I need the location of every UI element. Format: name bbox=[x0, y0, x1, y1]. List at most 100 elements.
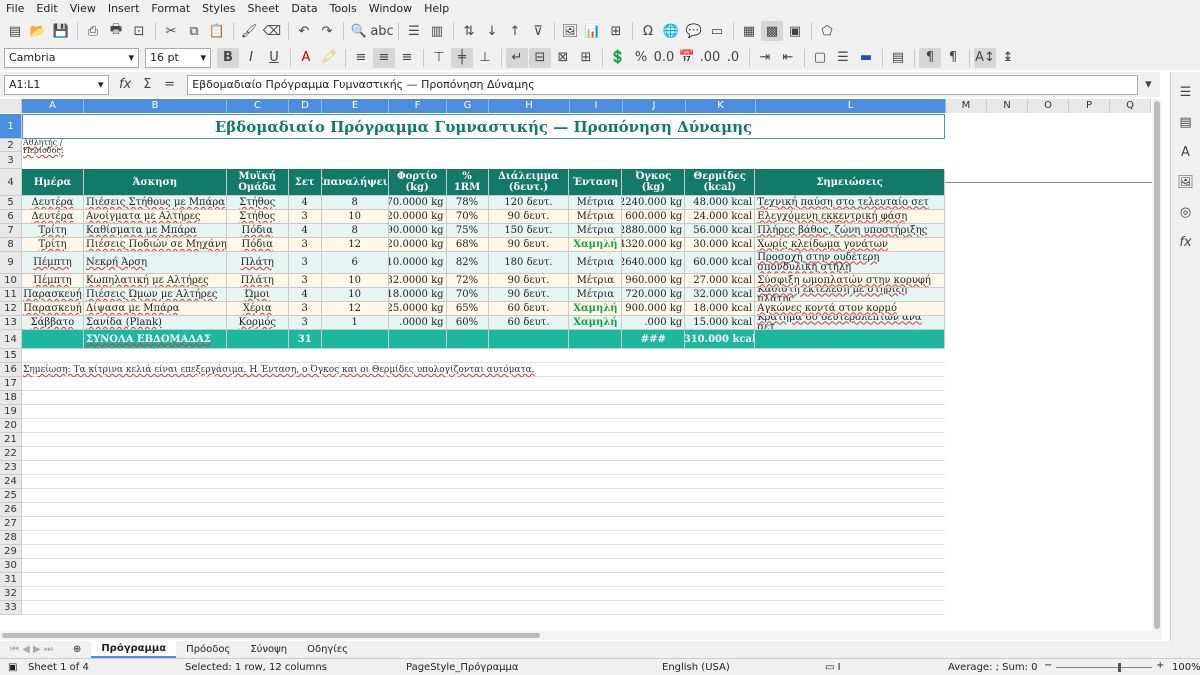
find-icon[interactable]: 🔍 bbox=[348, 21, 370, 41]
column-header[interactable]: E bbox=[322, 99, 389, 113]
column-header[interactable]: M bbox=[946, 99, 987, 113]
cell[interactable]: Μέτρια bbox=[569, 196, 623, 210]
cell[interactable]: Κράτημα 60 δευτερολέπτων ανά σετ bbox=[755, 316, 945, 330]
font-color-icon[interactable]: A bbox=[295, 48, 317, 68]
cell[interactable]: 90.0000 kg bbox=[388, 224, 447, 238]
column-header[interactable]: F bbox=[389, 99, 447, 113]
cell[interactable]: 120 δευτ. bbox=[488, 196, 570, 210]
select-all-corner[interactable] bbox=[0, 99, 22, 113]
sum-icon[interactable]: Σ bbox=[137, 75, 158, 95]
header-cell[interactable]: Επαναλήψεις bbox=[321, 169, 389, 196]
row-header[interactable]: 10 bbox=[0, 274, 22, 288]
cell[interactable]: Χέρια bbox=[226, 302, 289, 316]
total-cell[interactable] bbox=[388, 330, 447, 349]
rtl-icon[interactable]: ¶ bbox=[942, 48, 964, 68]
vertical-text-icon[interactable]: ↨ bbox=[997, 48, 1019, 68]
header-cell[interactable]: Όγκος (kg) bbox=[622, 169, 686, 196]
cell[interactable]: 120.0000 kg bbox=[388, 238, 447, 252]
cell[interactable]: 90 δευτ. bbox=[488, 210, 570, 224]
formula-icon[interactable]: = bbox=[159, 75, 180, 95]
new-icon[interactable]: ▤ bbox=[4, 21, 26, 41]
hyperlink-icon[interactable]: 🌐 bbox=[660, 21, 682, 41]
align-middle-icon[interactable]: ╪ bbox=[451, 47, 473, 68]
row-header[interactable]: 1 bbox=[0, 114, 22, 139]
border-color-icon[interactable]: ▬ bbox=[855, 48, 877, 68]
total-cell[interactable]: ### bbox=[622, 330, 686, 349]
menu-item[interactable]: Insert bbox=[108, 2, 140, 15]
cell[interactable]: 8 bbox=[321, 196, 389, 210]
column-header[interactable]: H bbox=[489, 99, 570, 113]
indent-icon[interactable]: ⇥ bbox=[754, 48, 776, 68]
sort-icon[interactable]: ⇅ bbox=[458, 21, 480, 41]
undo-icon[interactable]: ↶ bbox=[293, 21, 315, 41]
sheet-title[interactable]: Εβδομαδιαίο Πρόγραμμα Γυμναστικής — Προπ… bbox=[22, 114, 945, 139]
percent-icon[interactable]: % bbox=[630, 48, 652, 68]
cell[interactable]: Μέτρια bbox=[569, 274, 623, 288]
column-header[interactable]: A bbox=[22, 99, 84, 113]
cell[interactable]: 150 δευτ. bbox=[488, 224, 570, 238]
cell[interactable]: Καθίσματα με Μπάρα bbox=[83, 224, 227, 238]
cell[interactable]: Πιέσεις Ποδιών σε Μηχάνημα bbox=[83, 238, 227, 252]
expand-formula-icon[interactable]: ▾ bbox=[1138, 75, 1159, 95]
cell[interactable]: 2240.000 kg bbox=[622, 196, 686, 210]
navigator-icon[interactable]: ◎ bbox=[1175, 202, 1197, 222]
row-header[interactable]: 6 bbox=[0, 210, 22, 224]
paste-icon[interactable]: 📋 bbox=[206, 21, 228, 41]
header-cell[interactable]: Άσκηση bbox=[83, 169, 227, 196]
cell[interactable]: Χαμηλή bbox=[569, 238, 623, 252]
cell[interactable]: Μέτρια bbox=[569, 252, 623, 274]
cell[interactable]: 4320.000 kg bbox=[622, 238, 686, 252]
cell[interactable]: Καθιστή εκτέλεση με στήριξη πλάτης bbox=[755, 288, 945, 302]
row-header[interactable]: 27 bbox=[0, 517, 22, 531]
cell[interactable]: 68% bbox=[446, 238, 489, 252]
cell[interactable]: 72% bbox=[446, 274, 489, 288]
cell[interactable]: 82% bbox=[446, 252, 489, 274]
cell[interactable]: Ανοίγματα με Αλτήρες bbox=[83, 210, 227, 224]
tab-1[interactable]: Πρόγραμμα bbox=[91, 641, 177, 658]
cell[interactable]: Κωπηλατική με Αλτήρες bbox=[83, 274, 227, 288]
italic-icon[interactable]: I bbox=[240, 48, 262, 68]
cell[interactable]: 3 bbox=[288, 252, 322, 274]
column-header[interactable]: Q bbox=[1110, 99, 1151, 113]
cell[interactable]: 4 bbox=[288, 288, 322, 302]
menu-item[interactable]: Format bbox=[151, 2, 190, 15]
add-sheet-icon[interactable]: ⊕ bbox=[63, 641, 91, 658]
highlight-icon[interactable]: 🖍 bbox=[318, 48, 340, 68]
cell[interactable]: 90 δευτ. bbox=[488, 238, 570, 252]
row-header[interactable]: 29 bbox=[0, 545, 22, 559]
cell[interactable]: 30.000 kcal bbox=[685, 238, 756, 252]
align-center-icon[interactable]: ≡ bbox=[373, 47, 395, 68]
column-header[interactable]: B bbox=[84, 99, 227, 113]
clone-icon[interactable]: 🖌 bbox=[238, 21, 260, 41]
header-footer-icon[interactable]: ▭ bbox=[706, 21, 728, 41]
styles-icon[interactable]: A bbox=[1175, 142, 1197, 162]
open-icon[interactable]: 📂 bbox=[27, 21, 49, 41]
selection-mode-icon[interactable]: ▭ I bbox=[825, 662, 841, 673]
align-top-icon[interactable]: ⊤ bbox=[428, 48, 450, 68]
cell[interactable]: 180 δευτ. bbox=[488, 252, 570, 274]
header-cell[interactable]: Θερμίδες (kcal) bbox=[685, 169, 756, 196]
row-header[interactable]: 24 bbox=[0, 475, 22, 489]
font-size-box[interactable]: 16 pt ▾ bbox=[145, 47, 211, 68]
row-header[interactable]: 5 bbox=[0, 196, 22, 210]
column-header[interactable]: N bbox=[987, 99, 1028, 113]
cell[interactable]: Σάββατο bbox=[22, 316, 84, 330]
row-header[interactable]: 30 bbox=[0, 559, 22, 573]
header-cell[interactable]: Ένταση bbox=[569, 169, 623, 196]
comment-icon[interactable]: 💬 bbox=[683, 21, 705, 41]
cell[interactable]: .000 kg bbox=[622, 316, 686, 330]
cell[interactable]: 56.000 kcal bbox=[685, 224, 756, 238]
cell[interactable]: 900.000 kg bbox=[622, 302, 686, 316]
save-icon[interactable]: 💾 bbox=[50, 21, 72, 41]
menu-item[interactable]: Edit bbox=[36, 2, 57, 15]
cell[interactable]: 24.000 kcal bbox=[685, 210, 756, 224]
row-header[interactable]: 11 bbox=[0, 288, 22, 302]
text-direction-icon[interactable]: A↕ bbox=[974, 47, 996, 68]
row-header[interactable]: 28 bbox=[0, 531, 22, 545]
cell[interactable]: 3 bbox=[288, 274, 322, 288]
spreadsheet-grid[interactable]: A B C D E F G H I J K L M N O P Q 1 2 3 4 5 6 7 8 9 10 11 12 13 14 15 16… bbox=[0, 99, 1152, 631]
column-header[interactable]: K bbox=[686, 99, 756, 113]
ltr-icon[interactable]: ¶ bbox=[919, 47, 941, 68]
cell[interactable]: Χωρίς κλείδωμα γονάτων bbox=[755, 238, 945, 252]
cell[interactable]: 90 δευτ. bbox=[488, 288, 570, 302]
